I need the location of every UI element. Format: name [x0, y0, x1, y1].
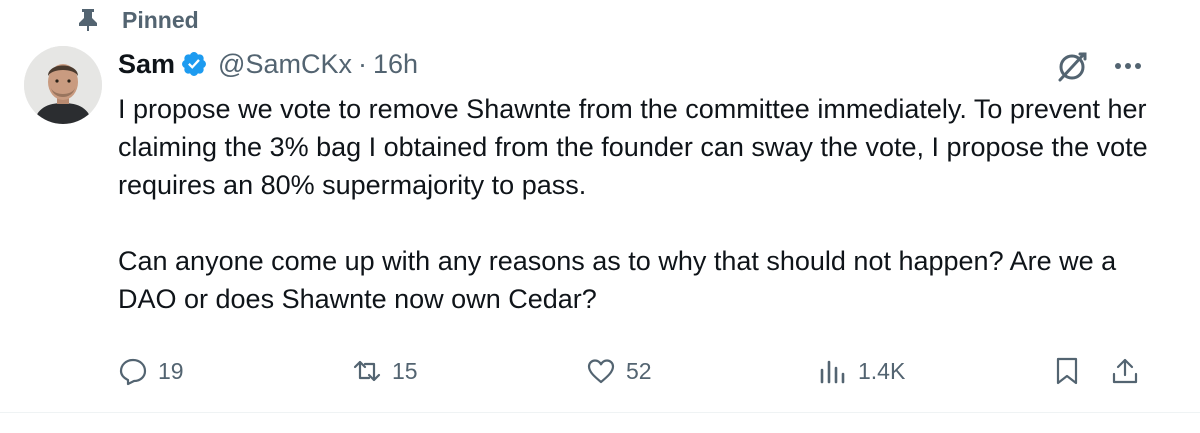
- like-icon: [587, 359, 615, 384]
- header-separator: ·: [357, 48, 367, 79]
- author-name[interactable]: Sam: [118, 49, 175, 80]
- avatar-image: [24, 46, 102, 124]
- grok-icon[interactable]: [1052, 46, 1092, 86]
- pinned-indicator: Pinned: [78, 6, 199, 34]
- like-count: 52: [626, 357, 652, 384]
- reply-icon: [119, 358, 147, 386]
- bookmark-icon: [1056, 357, 1078, 385]
- views-icon: [820, 360, 845, 384]
- reply-count: 19: [158, 357, 184, 384]
- bookmark-button[interactable]: [1052, 348, 1082, 394]
- pin-icon: [79, 9, 97, 31]
- repost-button[interactable]: 15: [352, 348, 418, 394]
- reply-button[interactable]: 19: [118, 348, 184, 394]
- action-bar: 19 15 52 1.4K: [0, 348, 1200, 394]
- like-button[interactable]: 52: [586, 348, 652, 394]
- views-count: 1.4K: [858, 357, 906, 384]
- repost-icon: [353, 360, 381, 382]
- tweet-timestamp[interactable]: 16h: [373, 49, 418, 80]
- pinned-label: Pinned: [122, 6, 199, 33]
- tweet-paragraph: I propose we vote to remove Shawnte from…: [118, 94, 1148, 200]
- tweet-paragraph: Can anyone come up with any reasons as t…: [118, 246, 1117, 314]
- author-handle[interactable]: @SamCKx: [218, 49, 352, 80]
- views-button[interactable]: 1.4K: [818, 348, 905, 394]
- more-icon[interactable]: [1108, 52, 1148, 80]
- share-icon: [1112, 358, 1138, 384]
- verified-badge-icon: [182, 52, 207, 76]
- tweet-text: I propose we vote to remove Shawnte from…: [118, 90, 1158, 318]
- share-button[interactable]: [1110, 348, 1140, 394]
- repost-count: 15: [392, 357, 418, 384]
- tweet-header: Sam @SamCKx · 16h: [118, 44, 418, 84]
- bottom-divider: [0, 412, 1200, 413]
- avatar[interactable]: [24, 46, 102, 124]
